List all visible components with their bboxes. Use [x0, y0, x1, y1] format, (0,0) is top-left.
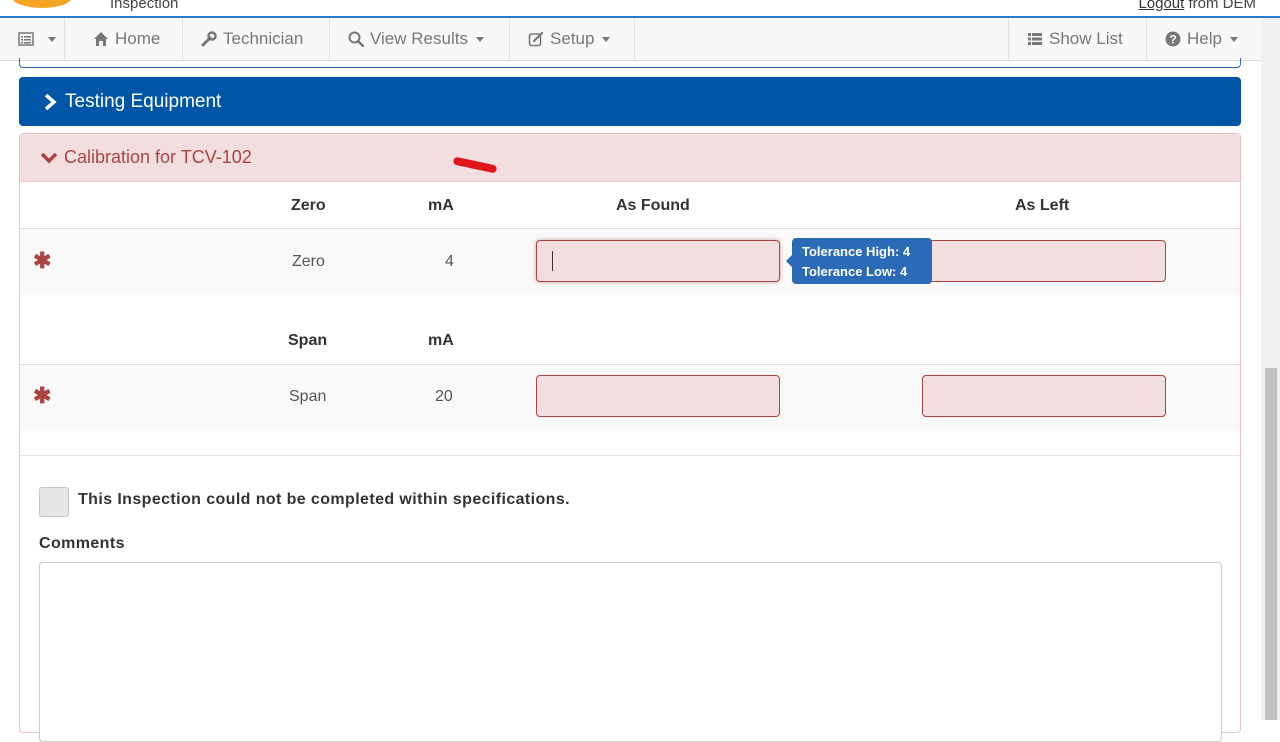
- logout-user: from DEM: [1188, 0, 1257, 12]
- scrollbar-thumb[interactable]: [1265, 368, 1277, 720]
- out-of-spec-checkbox[interactable]: [39, 487, 69, 517]
- list-icon: [1028, 33, 1042, 45]
- zero-as-left-input[interactable]: [922, 240, 1166, 282]
- nav-view-results[interactable]: View Results: [330, 18, 510, 60]
- nav-show-list[interactable]: Show List: [1008, 18, 1146, 60]
- as-found-header: As Found: [616, 197, 690, 214]
- zero-unit-header: mA: [428, 197, 454, 214]
- span-group-header: Span: [288, 332, 328, 349]
- span-unit-header: mA: [428, 332, 454, 349]
- logout-link[interactable]: Logout: [1138, 0, 1184, 12]
- nav-view-results-label: View Results: [370, 29, 468, 48]
- span-as-left-input[interactable]: [922, 375, 1166, 417]
- section-divider: [21, 455, 1240, 456]
- chevron-down-icon: [1229, 36, 1238, 42]
- calibration-panel-header[interactable]: Calibration for TCV-102: [20, 134, 1240, 182]
- edit-icon: [528, 31, 544, 47]
- nav-setup-label: Setup: [550, 29, 595, 48]
- home-icon: [94, 32, 108, 46]
- zero-as-found-input[interactable]: [536, 240, 780, 282]
- nav-home[interactable]: Home: [75, 18, 183, 60]
- tolerance-tooltip: Tolerance High: 4 Tolerance Low: 4: [786, 238, 932, 284]
- app-logo: [12, 0, 72, 8]
- svg-text:?: ?: [1169, 33, 1176, 47]
- tooltip-line-high: Tolerance High: 4: [802, 244, 911, 259]
- chevron-right-icon: [44, 93, 57, 110]
- page-scrollbar[interactable]: [1261, 18, 1280, 720]
- nav-help[interactable]: ? Help: [1146, 18, 1261, 60]
- text-cursor: [552, 251, 553, 271]
- main-navbar: Home Technician View Results Setup Show …: [0, 18, 1261, 61]
- chevron-down-icon: [475, 36, 484, 42]
- wrench-icon: [201, 31, 217, 47]
- nav-technician[interactable]: Technician: [183, 18, 330, 60]
- nav-setup[interactable]: Setup: [510, 18, 635, 60]
- span-row-label: Span: [289, 388, 327, 405]
- comments-label: Comments: [39, 535, 125, 552]
- as-left-header: As Left: [1015, 197, 1070, 214]
- required-icon: ✱: [33, 383, 52, 408]
- menu-dropdown-button[interactable]: [0, 18, 65, 60]
- chevron-down-icon: [40, 152, 58, 163]
- calibration-title: Calibration for TCV-102: [64, 147, 252, 167]
- zero-group-header: Zero: [291, 197, 326, 214]
- search-icon: [348, 31, 364, 47]
- previous-panel-edge: [19, 58, 1241, 68]
- tooltip-line-low: Tolerance Low: 4: [802, 264, 908, 279]
- list-alt-icon: [18, 32, 34, 46]
- app-subtitle: Inspection: [110, 0, 179, 12]
- chevron-down-icon: [48, 36, 56, 42]
- tooltip-arrow: [786, 255, 792, 267]
- logout-area: Logout from DEM: [1138, 0, 1256, 12]
- nav-technician-label: Technician: [223, 29, 304, 48]
- question-circle-icon: ?: [1165, 31, 1181, 47]
- comments-textarea[interactable]: [39, 562, 1222, 742]
- calibration-panel: Calibration for TCV-102 Zero mA As Found…: [19, 133, 1241, 742]
- testing-equipment-title: Testing Equipment: [65, 90, 222, 112]
- top-header: Inspection Logout from DEM: [0, 0, 1280, 18]
- zero-row-label: Zero: [292, 253, 325, 270]
- span-as-found-input[interactable]: [536, 375, 780, 417]
- required-icon: ✱: [33, 248, 52, 273]
- span-row-value: 20: [435, 388, 453, 405]
- zero-row-value: 4: [445, 253, 454, 270]
- out-of-spec-label: This Inspection could not be completed w…: [78, 491, 571, 508]
- nav-home-label: Home: [115, 29, 161, 48]
- nav-show-list-label: Show List: [1049, 29, 1123, 48]
- nav-help-label: Help: [1187, 29, 1222, 48]
- testing-equipment-panel-header[interactable]: Testing Equipment: [19, 77, 1241, 126]
- chevron-down-icon: [602, 36, 611, 42]
